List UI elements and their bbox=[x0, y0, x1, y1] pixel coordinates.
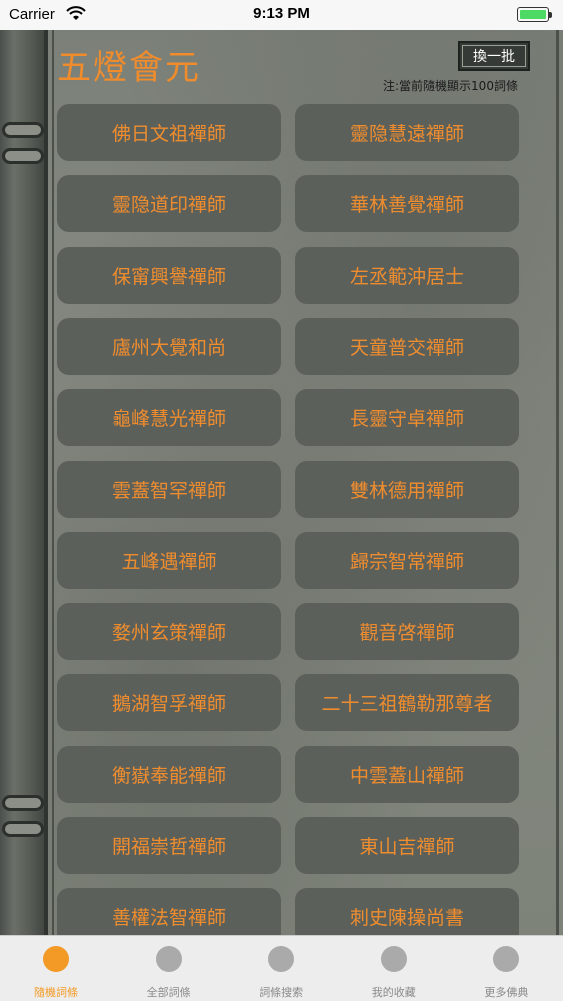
binding-ring bbox=[2, 148, 44, 164]
battery-icon bbox=[517, 7, 552, 22]
binding-ring bbox=[2, 795, 44, 811]
tab-5[interactable]: 更多佛典 bbox=[450, 936, 562, 1001]
entry-button[interactable]: 中雲蓋山禪師 bbox=[295, 746, 519, 803]
clock: 9:13 PM bbox=[253, 5, 310, 22]
entry-button[interactable]: 婺州玄策禪師 bbox=[57, 603, 281, 660]
tab-1[interactable]: 隨機詞條 bbox=[0, 936, 112, 1001]
tab-label: 全部詞條 bbox=[146, 986, 191, 999]
entry-button[interactable]: 五峰遇禪師 bbox=[57, 532, 281, 589]
tab-label: 詞條搜索 bbox=[259, 986, 304, 999]
entry-button[interactable]: 觀音啓禪師 bbox=[295, 603, 519, 660]
tab-circle-icon bbox=[155, 946, 182, 972]
entry-button[interactable]: 龜峰慧光禪師 bbox=[57, 389, 281, 446]
binding-ring bbox=[2, 821, 44, 837]
tab-4[interactable]: 我的收藏 bbox=[338, 936, 450, 1001]
status-bar: Carrier 9:13 PM bbox=[0, 0, 563, 30]
entry-button[interactable]: 佛日文祖禪師 bbox=[57, 104, 281, 161]
entry-button[interactable]: 天童普交禪師 bbox=[295, 318, 519, 375]
tab-3[interactable]: 詞條搜索 bbox=[225, 936, 337, 1001]
tab-circle-icon bbox=[380, 946, 407, 972]
entry-button[interactable]: 左丞範沖居士 bbox=[295, 247, 519, 304]
tab-label: 更多佛典 bbox=[484, 986, 529, 999]
tab-2[interactable]: 全部詞條 bbox=[113, 936, 225, 1001]
tab-label: 隨機詞條 bbox=[34, 986, 78, 999]
tab-circle-icon bbox=[493, 946, 520, 972]
entry-button[interactable]: 衡嶽奉能禪師 bbox=[57, 746, 281, 803]
entry-button[interactable]: 雲蓋智罕禪師 bbox=[57, 461, 281, 518]
entry-button[interactable]: 華林善覺禪師 bbox=[295, 175, 519, 232]
entry-button[interactable]: 開福崇哲禪師 bbox=[57, 817, 281, 874]
entry-button[interactable]: 東山吉禪師 bbox=[295, 817, 519, 874]
tab-label: 我的收藏 bbox=[371, 986, 416, 999]
tab-circle-icon bbox=[268, 946, 295, 972]
entry-button[interactable]: 靈隐道印禪師 bbox=[57, 175, 281, 232]
binding-ring bbox=[2, 122, 44, 138]
entry-button[interactable]: 保甯興譽禪師 bbox=[57, 247, 281, 304]
entry-button[interactable]: 廬州大覺和尚 bbox=[57, 318, 281, 375]
entry-button[interactable]: 靈隐慧遠禪師 bbox=[295, 104, 519, 161]
random-count-note: 注:當前隨機顯示100詞條 bbox=[383, 79, 518, 93]
tab-bar: 隨機詞條 全部詞條 詞條搜索 我的收藏 更多佛典 bbox=[0, 935, 563, 1001]
entry-button[interactable]: 二十三祖鶴勒那尊者 bbox=[295, 674, 519, 731]
entry-button[interactable]: 鵝湖智孚禪師 bbox=[57, 674, 281, 731]
tab-circle-icon bbox=[43, 946, 69, 972]
refresh-batch-button[interactable]: 換一批 bbox=[458, 41, 530, 71]
page-title: 五燈會元 bbox=[57, 48, 201, 88]
entry-button[interactable]: 長靈守卓禪師 bbox=[295, 389, 519, 446]
entry-button[interactable]: 雙林德用禪師 bbox=[295, 461, 519, 518]
entry-button[interactable]: 歸宗智常禪師 bbox=[295, 532, 519, 589]
